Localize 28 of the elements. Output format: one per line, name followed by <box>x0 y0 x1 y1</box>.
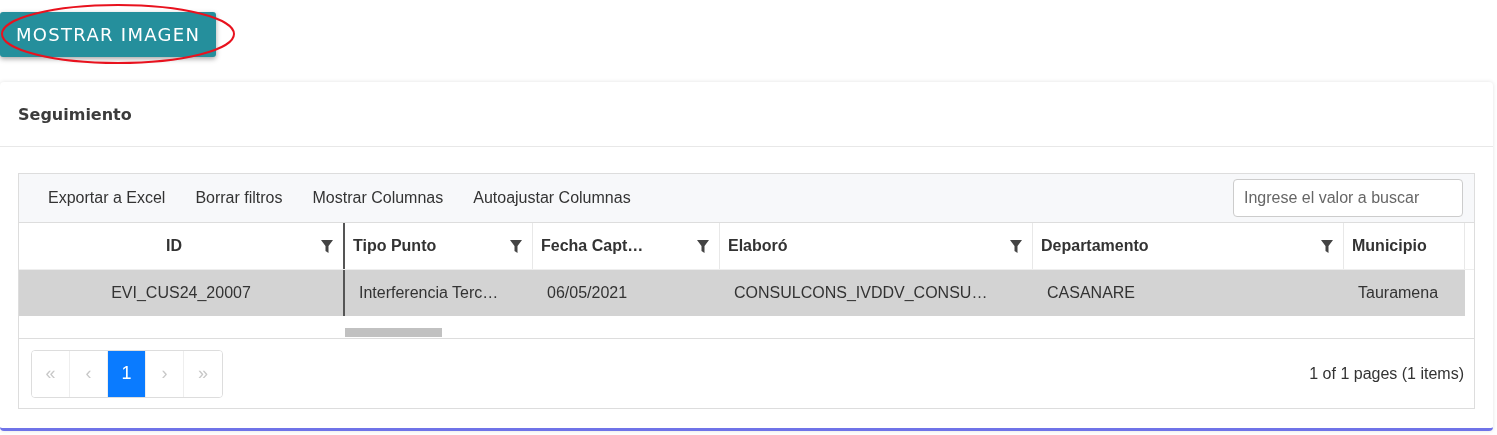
table-cell: Tauramena <box>1358 284 1439 302</box>
search-field[interactable]: Ingrese el valor a buscar <box>1233 179 1463 217</box>
page-button[interactable]: 1 <box>108 350 146 397</box>
table-row[interactable]: EVI_CUS24_20007 Interferencia Terc… 06/05/2021 CONSULCONS_IVDDV_CONSU… CASANARE Tauramena <box>19 270 1465 316</box>
toolbar-item[interactable]: Mostrar Columnas <box>297 189 459 207</box>
toolbar-item[interactable]: Exportar a Excel <box>33 189 181 207</box>
column-header[interactable]: ID <box>27 237 321 255</box>
show-image-button[interactable]: MOSTRAR IMAGEN <box>0 12 217 57</box>
filter-icon[interactable] <box>510 239 522 253</box>
page-summary: 1 of 1 pages (1 items) <box>1309 364 1464 383</box>
toolbar-item[interactable]: Borrar filtros <box>180 189 298 207</box>
column-header[interactable]: Elaboró <box>728 237 1010 255</box>
table-cell: CONSULCONS_IVDDV_CONSU… <box>734 284 988 302</box>
column-header[interactable]: Fecha Capt… <box>541 237 697 255</box>
toolbar-item[interactable]: Autoajustar Columnas <box>458 189 646 207</box>
table-cell: 06/05/2021 <box>547 284 628 302</box>
horizontal-scrollbar[interactable] <box>345 328 442 337</box>
filter-icon[interactable] <box>1010 239 1022 253</box>
table-cell: Interferencia Terc… <box>359 284 499 302</box>
column-header[interactable]: Departamento <box>1041 237 1321 255</box>
column-header[interactable]: Tipo Punto <box>353 237 510 255</box>
filter-icon[interactable] <box>321 239 333 253</box>
table-cell: CASANARE <box>1047 284 1136 302</box>
filter-icon[interactable] <box>697 239 709 253</box>
filter-icon[interactable] <box>1321 239 1333 253</box>
column-header[interactable]: Municipio <box>1352 237 1454 255</box>
card-title: Seguimiento <box>18 104 132 124</box>
table-cell: EVI_CUS24_20007 <box>111 284 251 302</box>
